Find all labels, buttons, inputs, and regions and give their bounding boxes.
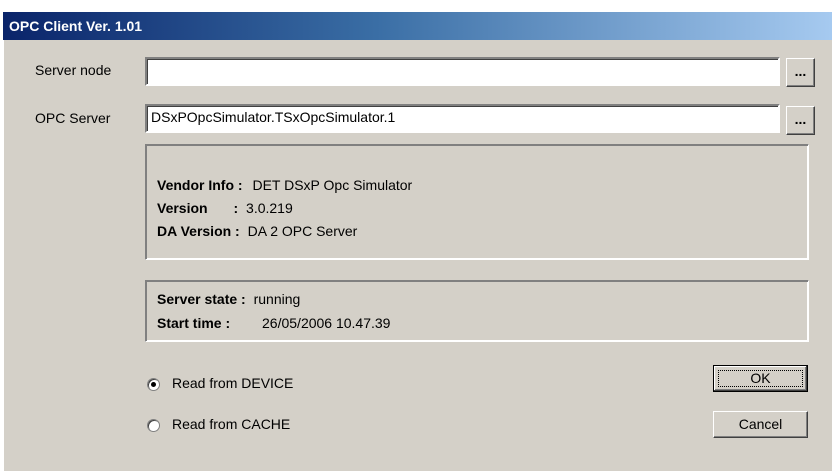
read-device-radio[interactable] xyxy=(147,378,160,391)
version-key: Version xyxy=(157,200,208,216)
da-version-row: DA Version : DA 2 OPC Server xyxy=(157,223,357,239)
da-version-value: DA 2 OPC Server xyxy=(247,223,358,239)
cancel-button-label: Cancel xyxy=(738,416,783,432)
server-node-browse-button[interactable]: ... xyxy=(786,58,815,87)
server-node-input[interactable] xyxy=(145,57,780,86)
read-cache-label[interactable]: Read from CACHE xyxy=(172,416,290,432)
version-value: 3.0.219 xyxy=(246,200,293,216)
opc-server-label: OPC Server xyxy=(35,110,111,126)
da-version-key: DA Version : xyxy=(157,223,240,239)
cancel-button[interactable]: Cancel xyxy=(713,411,808,438)
start-time-value: 26/05/2006 10.47.39 xyxy=(262,315,391,331)
read-device-label[interactable]: Read from DEVICE xyxy=(172,375,293,391)
read-cache-radio[interactable] xyxy=(147,419,160,432)
window-title: OPC Client Ver. 1.01 xyxy=(9,18,143,34)
version-row: Version : 3.0.219 xyxy=(157,200,293,216)
start-time-key: Start time : xyxy=(157,315,231,331)
opc-server-input[interactable]: DSxPOpcSimulator.TSxOpcSimulator.1 xyxy=(145,104,780,133)
server-state-row: Server state : running xyxy=(157,291,300,307)
start-time-row: Start time : 26/05/2006 10.47.39 xyxy=(157,315,390,331)
vendor-info-key: Vendor Info : xyxy=(157,177,243,193)
vendor-info-value: DET DSxP Opc Simulator xyxy=(252,177,413,193)
server-state-key: Server state : xyxy=(157,291,246,307)
opc-server-browse-button[interactable]: ... xyxy=(786,106,815,135)
ok-button[interactable]: OK xyxy=(713,365,808,392)
server-state-value: running xyxy=(253,291,301,307)
server-state-group xyxy=(145,280,809,342)
title-bar[interactable]: OPC Client Ver. 1.01 xyxy=(3,12,832,40)
version-separator: : xyxy=(233,200,239,216)
server-node-label: Server node xyxy=(35,62,112,78)
ok-focus-rect xyxy=(718,370,803,387)
vendor-info-row: Vendor Info : DET DSxP Opc Simulator xyxy=(157,177,412,193)
